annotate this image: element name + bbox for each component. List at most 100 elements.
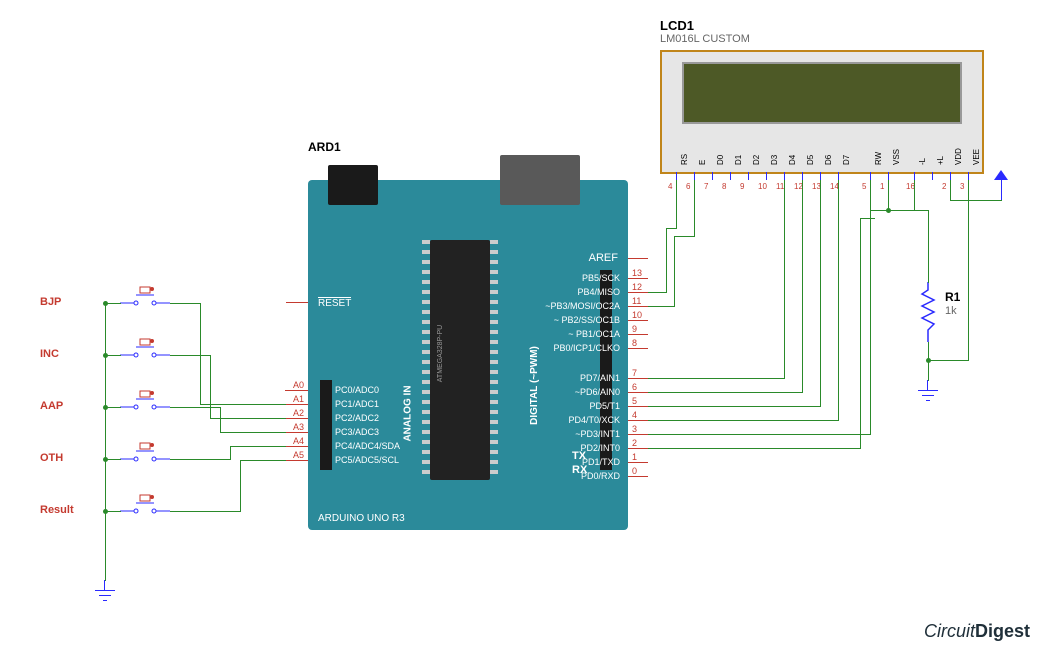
wire-vss-r1top-seg1: [928, 210, 929, 261]
wire-d7-d4-seg1: [648, 420, 839, 421]
digital-stub-5: [628, 406, 648, 407]
dot-btn-1: [103, 353, 108, 358]
digital-num-7: 7: [632, 368, 637, 378]
digital-stub-0: [628, 476, 648, 477]
aref-stub: [628, 258, 648, 259]
lcd-pin-tick-5: [766, 172, 767, 180]
wire-d6-d5-seg0: [820, 180, 821, 407]
tx-label: TX: [572, 450, 586, 462]
digital-num-9: 9: [632, 324, 637, 334]
wire-btn-1-seg0: [170, 355, 211, 356]
analog-stub-4: [285, 446, 308, 447]
button-inc: [120, 337, 170, 357]
wire-rs-d12-seg2: [666, 228, 667, 293]
resistor-ref: R1: [945, 290, 960, 304]
aref-label: AREF: [578, 252, 618, 264]
digital-num-10: 10: [632, 310, 642, 320]
resistor-r1: [920, 282, 936, 342]
lcd-pin-label-d5: D5: [806, 125, 815, 165]
pin-d2: PD2/INT0: [420, 442, 620, 455]
pin-d3: ~PD3/INT1: [420, 428, 620, 441]
lcd-pin-label-d3: D3: [770, 125, 779, 165]
pin-d12: PB4/MISO: [420, 286, 620, 299]
wire-extra-seg2: [860, 218, 875, 219]
analog-num-5: A5: [293, 450, 304, 460]
digital-num-1: 1: [632, 452, 637, 462]
wire-rw-gnd-route-seg0: [648, 434, 871, 435]
pin-d13: PB5/SCK: [420, 272, 620, 285]
reset-label: RESET: [318, 297, 351, 309]
rx-label: RX: [572, 464, 587, 476]
digital-num-3: 3: [632, 424, 637, 434]
lcd-model: LM016L CUSTOM: [660, 33, 750, 45]
lcd-pin-label-e: E: [698, 125, 707, 165]
wire-e-d11-seg0: [694, 180, 695, 237]
button-result: [120, 493, 170, 513]
analog-num-2: A2: [293, 408, 304, 418]
pin-d5: PD5/T1: [420, 400, 620, 413]
arduino-ref: ARD1: [308, 140, 341, 154]
lcd-pin-label-d7: D7: [842, 125, 851, 165]
lcd-pin-num-8: 8: [722, 182, 726, 191]
lcd-pin-num-5: 5: [862, 182, 866, 191]
lcd-pin-label-d0: D0: [716, 125, 725, 165]
barrel-jack: [328, 165, 378, 205]
lcd-pin-num-7: 7: [704, 182, 708, 191]
lcd-pin-label-rs: RS: [680, 125, 689, 165]
pin-d10: ~ PB2/SS/OC1B: [420, 314, 620, 327]
lcd-pin-tick-15: [968, 172, 969, 180]
lcd-pin-tick-7: [802, 172, 803, 180]
wire-btn-2-seg2: [220, 432, 286, 433]
wire-d5-d6-seg1: [648, 392, 803, 393]
button-label-inc: INC: [40, 348, 59, 360]
wire-rs-d12-seg3: [648, 292, 667, 293]
wire-extra-seg0: [648, 448, 861, 449]
pin-d1: PD1/TXD: [420, 456, 620, 469]
resistor-value: 1k: [945, 305, 957, 317]
digital-stub-4: [628, 420, 648, 421]
lcd-pin-num-9: 9: [740, 182, 744, 191]
lcd-pin-label-+l: +L: [936, 125, 945, 165]
lcd-screen: [682, 62, 962, 124]
wire-e-d11-seg1: [674, 236, 695, 237]
wire-btn-4-seg0: [170, 511, 241, 512]
pin-d6: ~PD6/AIN0: [420, 386, 620, 399]
usb-connector: [500, 155, 580, 205]
button-label-result: Result: [40, 504, 74, 516]
wire-rs-d12-seg1: [666, 228, 677, 229]
dot-vss: [886, 208, 891, 213]
digital-bottom-pins: PD7/AIN1 ~PD6/AIN0 PD5/T1 PD4/T0/XCK ~PD…: [420, 372, 620, 483]
lcd-pin-tick-12: [914, 172, 915, 180]
lcd-pin-num-3: 3: [960, 182, 964, 191]
dot-r1-vee: [926, 358, 931, 363]
lcd-pin-label-d6: D6: [824, 125, 833, 165]
digital-stub-1: [628, 462, 648, 463]
digital-stub-12: [628, 292, 648, 293]
digital-stub-8: [628, 348, 648, 349]
reset-stub: [286, 302, 308, 303]
lcd-pin-label-d2: D2: [752, 125, 761, 165]
analog-num-3: A3: [293, 422, 304, 432]
wire-btn-0-seg0: [170, 303, 201, 304]
wire-vee-r1bot-seg0: [968, 180, 969, 361]
dot-btn-3: [103, 457, 108, 462]
wire-rs-d12-seg0: [676, 180, 677, 229]
lcd-pin-tick-8: [820, 172, 821, 180]
pin-d8: PB0/ICP1/CLKO: [420, 342, 620, 355]
lcd-pin-num-6: 6: [686, 182, 690, 191]
wire-r1-top-seg0: [928, 260, 929, 283]
lcd-pin-label--l: -L: [918, 125, 927, 165]
lcd-pin-label-d4: D4: [788, 125, 797, 165]
watermark-prefix: Circuit: [924, 621, 975, 641]
button-label-oth: OTH: [40, 452, 63, 464]
lcd-pin-tick-3: [730, 172, 731, 180]
dot-btn-0: [103, 301, 108, 306]
lcd-pin-num-1: 1: [880, 182, 884, 191]
wire-d7-d4-seg0: [838, 180, 839, 421]
analog-num-0: A0: [293, 380, 304, 390]
arduino-name: ARDUINO UNO R3: [318, 513, 405, 524]
wire-d4-d7-seg1: [648, 378, 785, 379]
watermark-suffix: Digest: [975, 621, 1030, 641]
wire-d5-d6-seg0: [802, 180, 803, 393]
wire-e-d11-seg2: [674, 236, 675, 307]
